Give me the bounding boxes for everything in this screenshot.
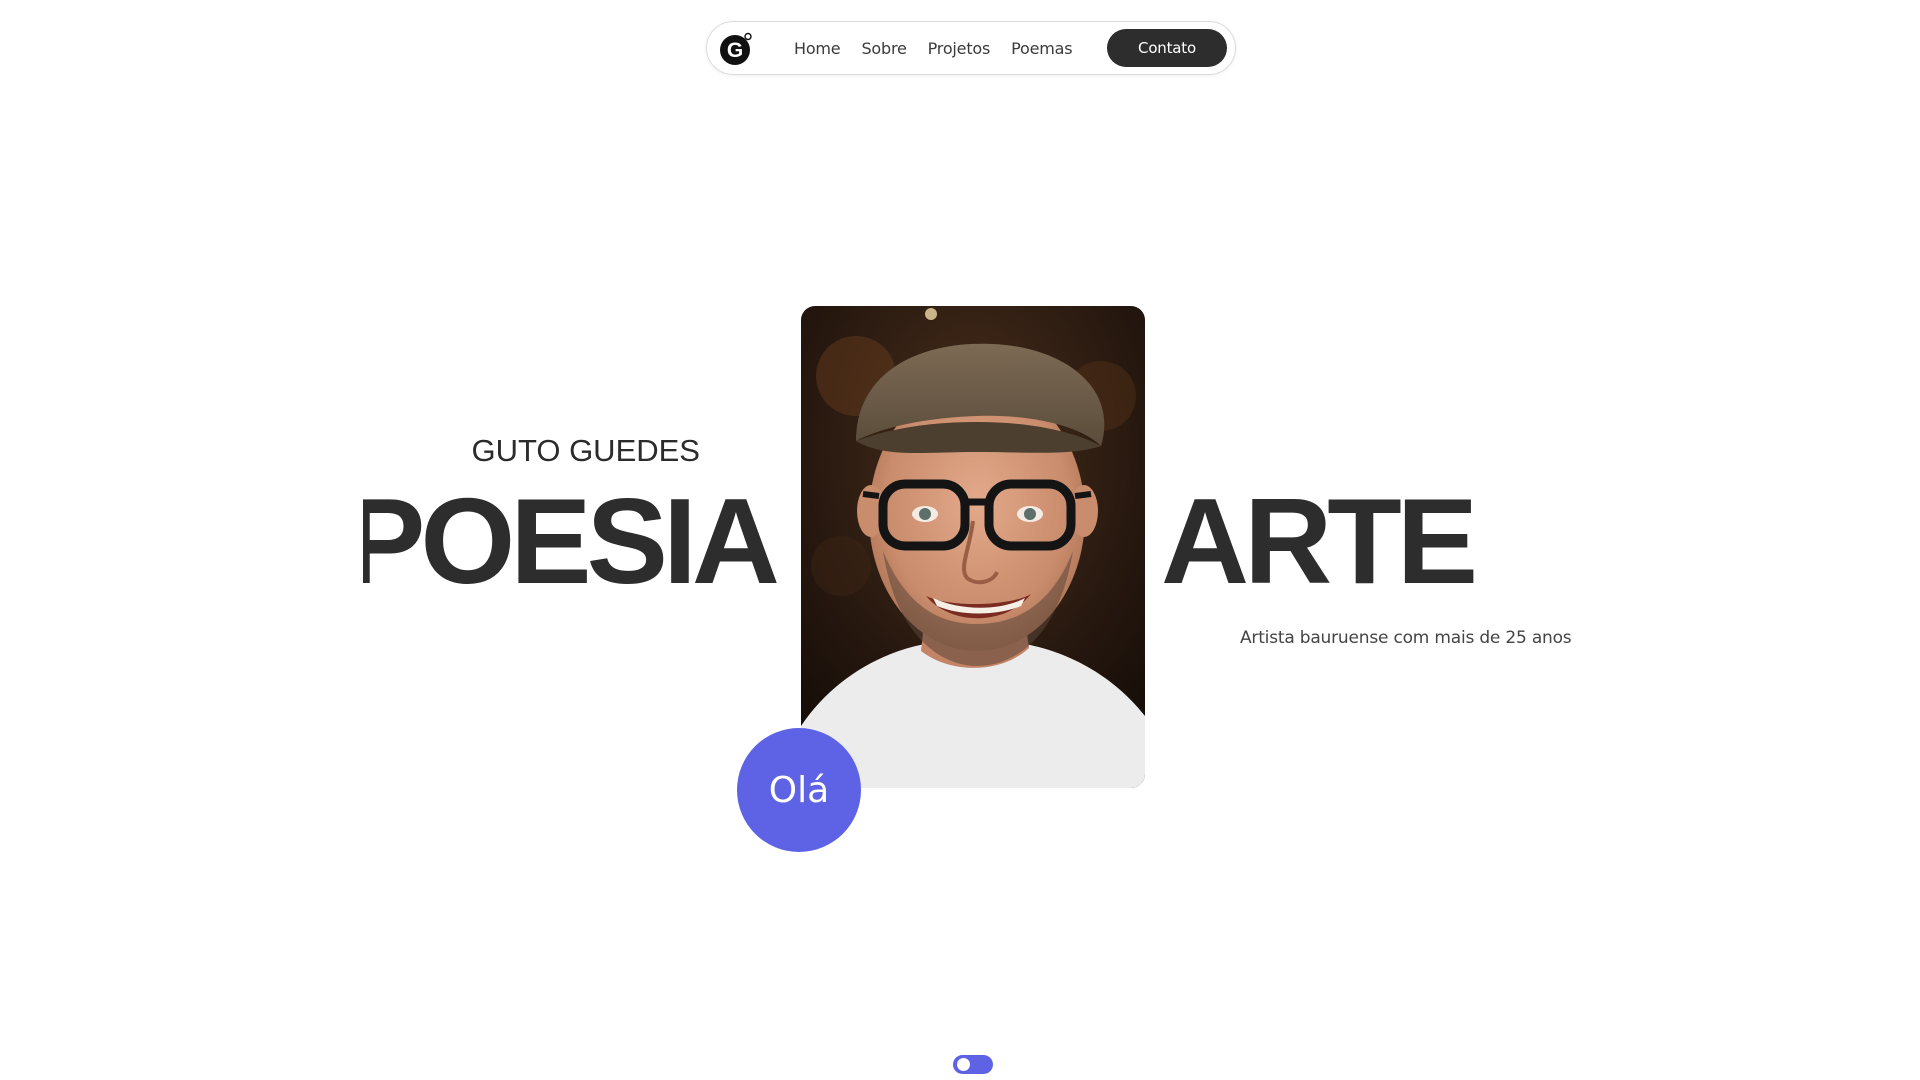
- top-navbar: G Home Sobre Projetos Poemas Contato: [706, 21, 1236, 75]
- artist-portrait: [801, 306, 1145, 788]
- contact-button[interactable]: Contato: [1107, 29, 1227, 67]
- hero-word-arte: ARTE: [1161, 473, 1478, 609]
- page: G Home Sobre Projetos Poemas Contato GUT…: [0, 0, 1920, 1080]
- nav-link-poemas[interactable]: Poemas: [1011, 39, 1072, 58]
- nav-link-sobre[interactable]: Sobre: [861, 39, 906, 58]
- nav-link-projetos[interactable]: Projetos: [928, 39, 991, 58]
- hero-word-poesia: POESIA: [363, 473, 780, 609]
- hello-bubble[interactable]: Olá: [737, 728, 861, 852]
- hero-tagline: Artista bauruense com mais de 25 anos: [1240, 628, 1572, 648]
- nav-links: Home Sobre Projetos Poemas: [794, 22, 1073, 74]
- logo-letter: G: [727, 39, 743, 62]
- theme-toggle[interactable]: [953, 1055, 993, 1074]
- g-logo-icon[interactable]: G: [719, 32, 753, 66]
- nav-link-home[interactable]: Home: [794, 39, 841, 58]
- toggle-knob: [957, 1058, 970, 1071]
- hero-left-text: GUTO GUEDES POESIA: [363, 420, 783, 620]
- hero-subtitle: GUTO GUEDES: [471, 433, 700, 468]
